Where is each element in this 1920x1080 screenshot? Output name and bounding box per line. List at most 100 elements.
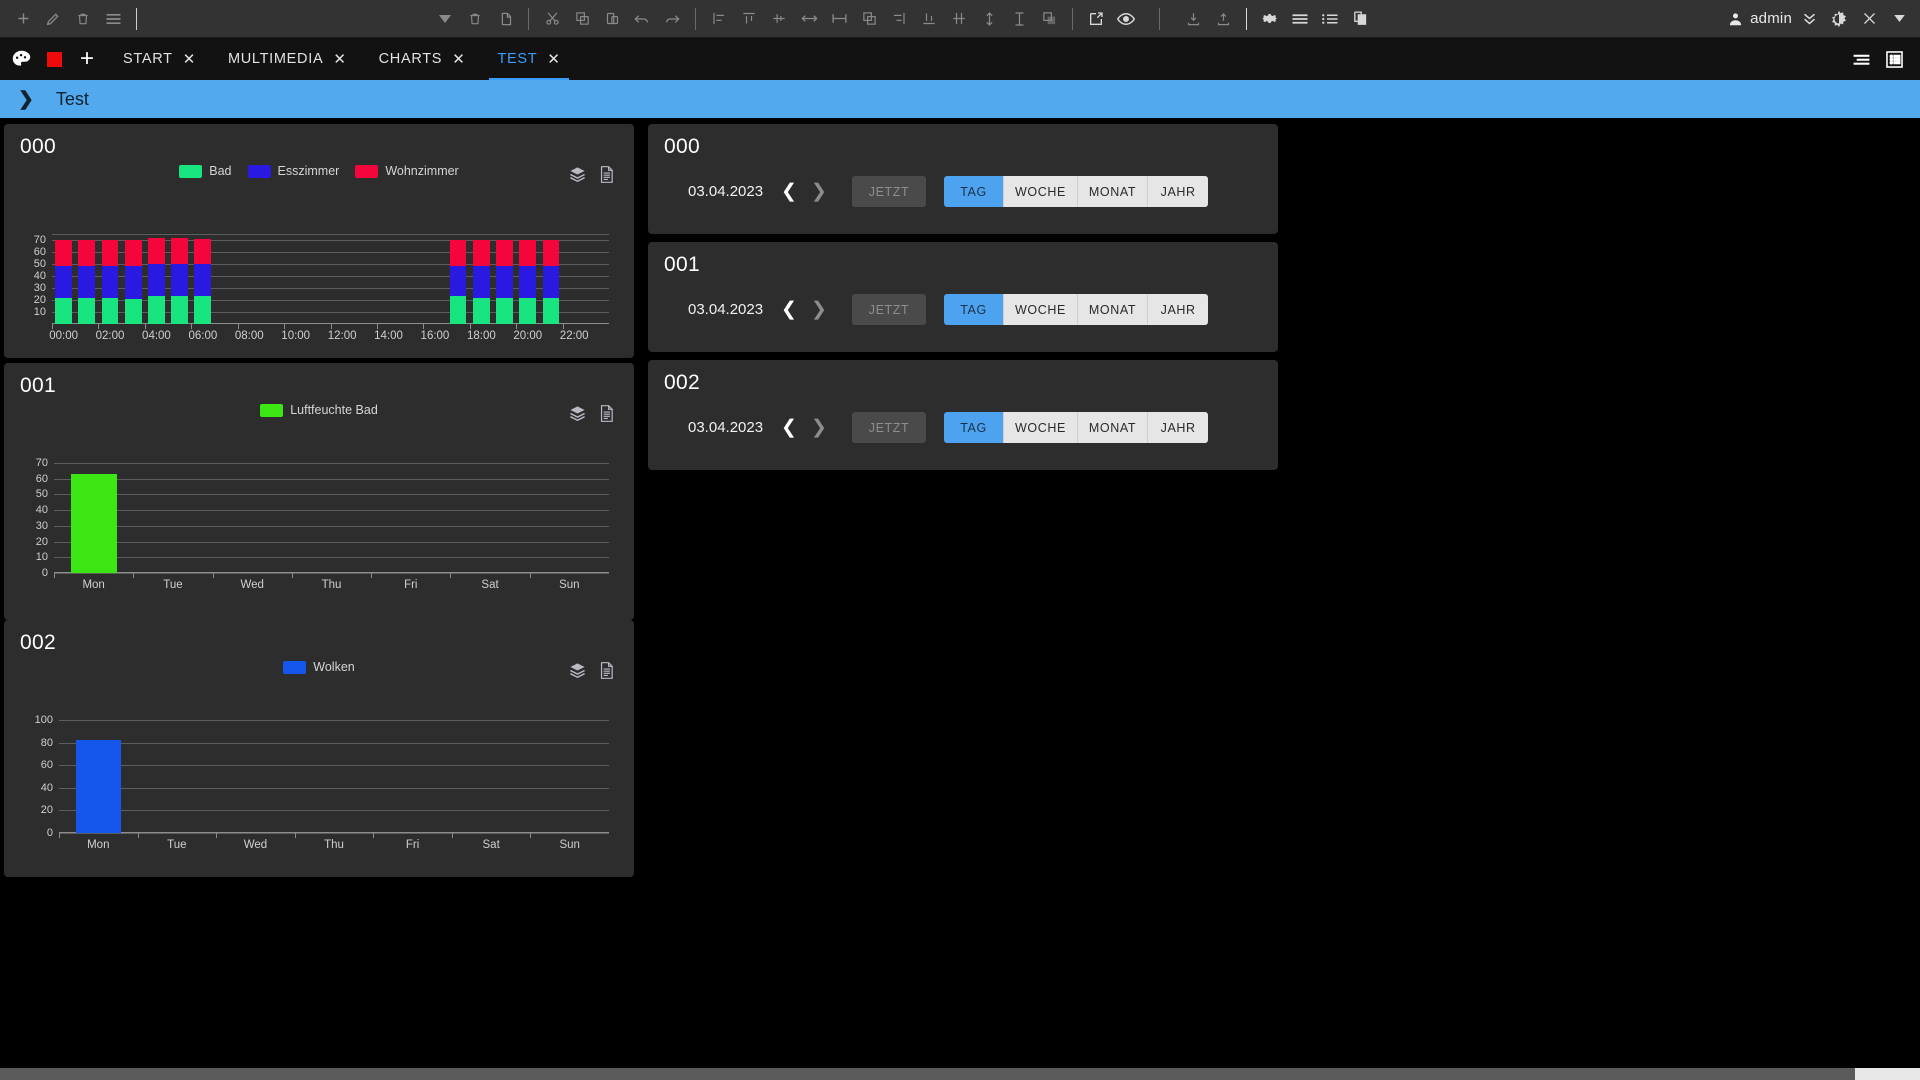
export-icon[interactable] bbox=[1208, 4, 1238, 34]
align-vertical-center-icon[interactable] bbox=[764, 4, 794, 34]
duplicate-widget-icon[interactable] bbox=[490, 4, 520, 34]
brightness-toggle-icon[interactable] bbox=[1824, 4, 1854, 34]
equal-width-icon[interactable] bbox=[1004, 4, 1034, 34]
paste-icon[interactable] bbox=[597, 4, 627, 34]
distribute-horizontal-icon[interactable] bbox=[794, 4, 824, 34]
chart-bar bbox=[171, 237, 188, 324]
chart-bar bbox=[449, 240, 467, 324]
align-top-icon[interactable] bbox=[734, 4, 764, 34]
menu-hamburger-icon[interactable] bbox=[98, 4, 128, 34]
chevron-left-icon[interactable]: ❮ bbox=[774, 295, 804, 325]
date-display[interactable]: 03.04.2023 bbox=[688, 183, 774, 200]
y-axis-tick-label: 40 bbox=[33, 270, 46, 282]
dropdown-caret-icon[interactable] bbox=[430, 4, 460, 34]
range-button-woche[interactable]: WOCHE bbox=[1004, 412, 1078, 443]
tab-close-icon[interactable]: ✕ bbox=[547, 52, 560, 67]
open-external-icon[interactable] bbox=[1081, 4, 1111, 34]
import-icon[interactable] bbox=[1178, 4, 1208, 34]
x-axis-tick-mark bbox=[373, 833, 375, 838]
align-lines-icon[interactable] bbox=[1852, 53, 1871, 66]
range-button-monat[interactable]: MONAT bbox=[1077, 176, 1149, 207]
chevron-right-icon[interactable]: ❯ bbox=[804, 177, 834, 207]
settings-gear-icon[interactable] bbox=[1255, 4, 1285, 34]
range-button-jahr[interactable]: JAHR bbox=[1148, 294, 1209, 325]
chart-card-001[interactable]: 001 Luftfeuchte Bad 0 10 20 30 40 50 60 70 Mon Tu… bbox=[4, 363, 634, 620]
range-button-monat[interactable]: MONAT bbox=[1077, 294, 1149, 325]
align-left-icon[interactable] bbox=[704, 4, 734, 34]
tab-close-icon[interactable]: ✕ bbox=[452, 52, 465, 67]
range-button-jahr[interactable]: JAHR bbox=[1148, 176, 1209, 207]
tab-charts[interactable]: CHARTS ✕ bbox=[363, 38, 482, 80]
tab-close-icon[interactable]: ✕ bbox=[333, 52, 346, 67]
now-button[interactable]: JETZT bbox=[852, 294, 926, 325]
range-button-tag[interactable]: TAG bbox=[944, 294, 1004, 325]
layers-icon[interactable] bbox=[569, 662, 586, 679]
document-icon[interactable] bbox=[599, 166, 614, 183]
list-lines-icon[interactable] bbox=[1285, 4, 1315, 34]
preview-eye-icon[interactable] bbox=[1111, 4, 1141, 34]
date-display[interactable]: 03.04.2023 bbox=[688, 301, 774, 318]
tab-close-icon[interactable]: ✕ bbox=[183, 52, 196, 67]
legend-swatch bbox=[247, 164, 271, 178]
date-display[interactable]: 03.04.2023 bbox=[688, 419, 774, 436]
chart-card-002[interactable]: 002 Wolken 0 20 40 60 80 100 Mon Tue Wed Thu Fri Sa… bbox=[4, 620, 634, 877]
control-card-001[interactable]: 001 03.04.2023 ❮ ❯ JETZT TAG WOCHE MONAT… bbox=[648, 242, 1278, 352]
align-right-icon[interactable] bbox=[884, 4, 914, 34]
delete-widget-icon[interactable] bbox=[460, 4, 490, 34]
delete-trash-icon[interactable] bbox=[68, 4, 98, 34]
edit-pencil-icon[interactable] bbox=[38, 4, 68, 34]
user-account[interactable]: admin bbox=[1728, 10, 1794, 27]
layers-icon[interactable] bbox=[569, 166, 586, 183]
cut-icon[interactable] bbox=[537, 4, 567, 34]
range-button-tag[interactable]: TAG bbox=[944, 412, 1004, 443]
chevron-right-icon[interactable]: ❯ bbox=[804, 413, 834, 443]
undo-icon[interactable] bbox=[627, 4, 657, 34]
grid-line bbox=[59, 810, 609, 812]
caret-down-icon[interactable] bbox=[1884, 4, 1914, 34]
range-button-woche[interactable]: WOCHE bbox=[1004, 294, 1078, 325]
document-icon[interactable] bbox=[599, 405, 614, 422]
range-button-monat[interactable]: MONAT bbox=[1077, 412, 1149, 443]
tab-multimedia[interactable]: MULTIMEDIA ✕ bbox=[212, 38, 363, 80]
palette-icon[interactable] bbox=[6, 44, 36, 74]
bring-forward-icon[interactable] bbox=[854, 4, 884, 34]
chart-card-000[interactable]: 000 Bad Esszimmer Wohnzimmer 10203040 bbox=[4, 124, 634, 358]
chevron-right-icon[interactable]: ❯ bbox=[18, 90, 34, 109]
chevron-left-icon[interactable]: ❮ bbox=[774, 177, 804, 207]
distribute-vertical-icon[interactable] bbox=[944, 4, 974, 34]
x-axis-tick-label: Sun bbox=[559, 579, 580, 591]
chart-bar-segment bbox=[472, 240, 490, 267]
add-tab-button[interactable]: + bbox=[73, 44, 101, 74]
now-button[interactable]: JETZT bbox=[852, 412, 926, 443]
scrollbar-thumb[interactable] bbox=[0, 1068, 1855, 1080]
range-button-jahr[interactable]: JAHR bbox=[1148, 412, 1209, 443]
y-axis-tick-label: 10 bbox=[35, 551, 48, 564]
chevron-right-icon[interactable]: ❯ bbox=[804, 295, 834, 325]
now-button[interactable]: JETZT bbox=[852, 176, 926, 207]
x-axis-tick-mark bbox=[330, 324, 332, 329]
equal-height-icon[interactable] bbox=[974, 4, 1004, 34]
document-icon[interactable] bbox=[599, 662, 614, 679]
close-icon[interactable] bbox=[1854, 4, 1884, 34]
horizontal-scrollbar[interactable] bbox=[0, 1068, 1920, 1080]
range-button-woche[interactable]: WOCHE bbox=[1004, 176, 1078, 207]
color-swatch[interactable] bbox=[47, 51, 62, 67]
align-horizontal-center-icon[interactable] bbox=[824, 4, 854, 34]
copy-icon[interactable] bbox=[567, 4, 597, 34]
layers-icon[interactable] bbox=[569, 405, 586, 422]
send-backward-icon[interactable] bbox=[1034, 4, 1064, 34]
control-card-000[interactable]: 000 03.04.2023 ❮ ❯ JETZT TAG WOCHE MONAT… bbox=[648, 124, 1278, 234]
chevron-left-icon[interactable]: ❮ bbox=[774, 413, 804, 443]
list-bullets-icon[interactable] bbox=[1315, 4, 1345, 34]
tab-start[interactable]: START ✕ bbox=[107, 38, 212, 80]
copy-pages-icon[interactable] bbox=[1345, 4, 1375, 34]
y-axis-tick-label: 80 bbox=[40, 736, 53, 749]
add-icon[interactable] bbox=[8, 4, 38, 34]
align-bottom-icon[interactable] bbox=[914, 4, 944, 34]
redo-icon[interactable] bbox=[657, 4, 687, 34]
control-card-002[interactable]: 002 03.04.2023 ❮ ❯ JETZT TAG WOCHE MONAT… bbox=[648, 360, 1278, 470]
range-button-tag[interactable]: TAG bbox=[944, 176, 1004, 207]
tab-test[interactable]: TEST ✕ bbox=[481, 38, 576, 80]
grid-panel-icon[interactable] bbox=[1885, 50, 1904, 69]
double-chevron-down-icon[interactable] bbox=[1794, 4, 1824, 34]
